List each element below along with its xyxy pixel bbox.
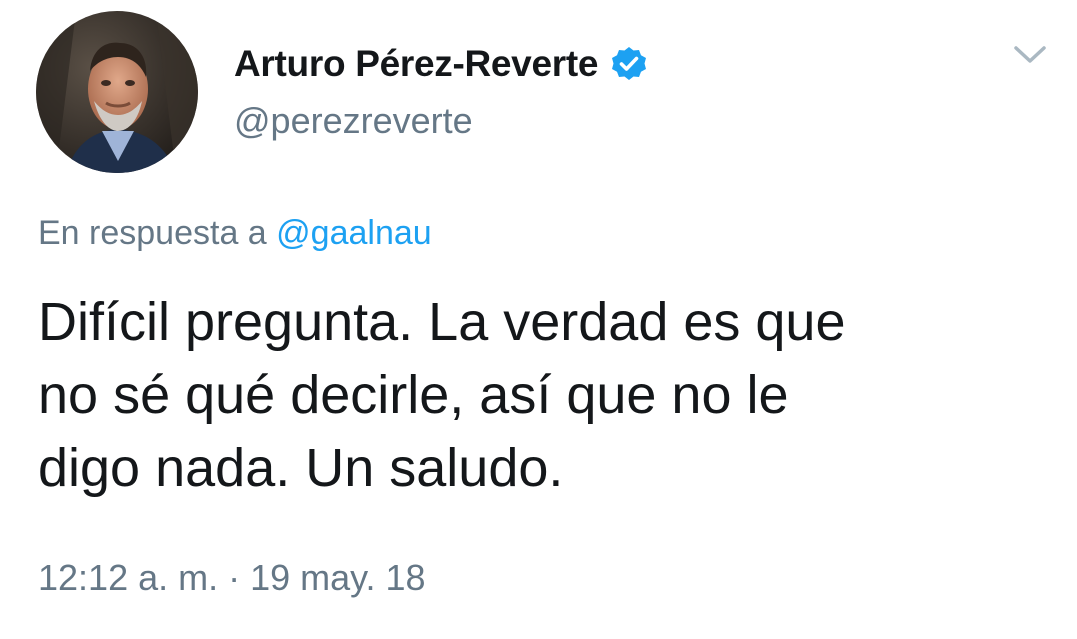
author-line: Arturo Pérez-Reverte bbox=[234, 40, 648, 88]
tweet-card: Arturo Pérez-Reverte @perezreverte En re… bbox=[0, 0, 1077, 639]
chevron-down-icon[interactable] bbox=[1012, 40, 1048, 68]
tweet-text: Difícil pregunta. La verdad es que no sé… bbox=[38, 292, 846, 498]
avatar[interactable] bbox=[36, 11, 198, 173]
display-name[interactable]: Arturo Pérez-Reverte bbox=[234, 43, 598, 85]
verified-badge-icon bbox=[610, 45, 648, 83]
avatar-photo bbox=[36, 11, 198, 173]
timestamp[interactable]: 12:12 a. m. · 19 may. 18 bbox=[38, 557, 426, 599]
reply-mention-link[interactable]: @gaalnau bbox=[276, 214, 432, 252]
reply-prefix: En respuesta a bbox=[38, 214, 267, 252]
reply-context: En respuesta a @gaalnau bbox=[38, 214, 432, 253]
handle[interactable]: @perezreverte bbox=[234, 100, 473, 142]
